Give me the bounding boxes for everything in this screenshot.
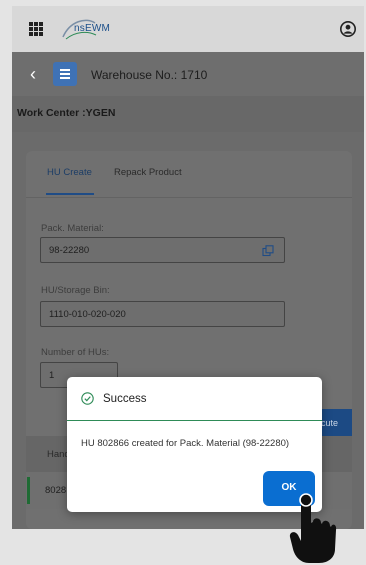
page-header: ‹ Warehouse No.: 1710: [12, 52, 364, 96]
top-bar: nsEWM: [12, 6, 364, 52]
pointer-hand-icon: [289, 493, 337, 563]
dialog-message: HU 802866 created for Pack. Material (98…: [81, 438, 290, 449]
row-status-bar: [27, 477, 30, 504]
tab-hu-create[interactable]: HU Create: [47, 167, 92, 178]
work-center-label: Work Center :YGEN: [17, 107, 116, 119]
active-tab-indicator: [46, 193, 94, 195]
page-title: Warehouse No.: 1710: [91, 68, 208, 82]
table-cell: 8028: [45, 485, 67, 496]
copy-icon[interactable]: [262, 245, 274, 257]
pack-material-value: 98-22280: [49, 245, 90, 256]
back-icon[interactable]: ‹: [30, 65, 36, 83]
storage-bin-label: HU/Storage Bin:: [41, 285, 110, 296]
work-center-bar: Work Center :YGEN: [12, 96, 364, 132]
success-check-icon: [81, 392, 94, 405]
num-hus-label: Number of HUs:: [41, 347, 110, 358]
pack-material-input[interactable]: 98-22280: [40, 237, 285, 263]
storage-bin-value: 1110-010-020-020: [49, 309, 126, 320]
storage-bin-input[interactable]: 1110-010-020-020: [40, 301, 285, 327]
dialog-header: Success: [67, 377, 322, 421]
logo-text: nsEWM: [74, 23, 110, 34]
num-hus-value: 1: [49, 370, 55, 381]
user-profile-icon[interactable]: [340, 21, 356, 37]
tab-repack-product[interactable]: Repack Product: [114, 167, 182, 178]
document-icon: [53, 62, 77, 86]
tab-divider: [26, 197, 352, 198]
success-dialog: Success HU 802866 created for Pack. Mate…: [67, 377, 322, 512]
dialog-title: Success: [103, 393, 147, 405]
pack-material-label: Pack. Material:: [41, 223, 104, 234]
app-grid-icon[interactable]: [29, 22, 43, 36]
